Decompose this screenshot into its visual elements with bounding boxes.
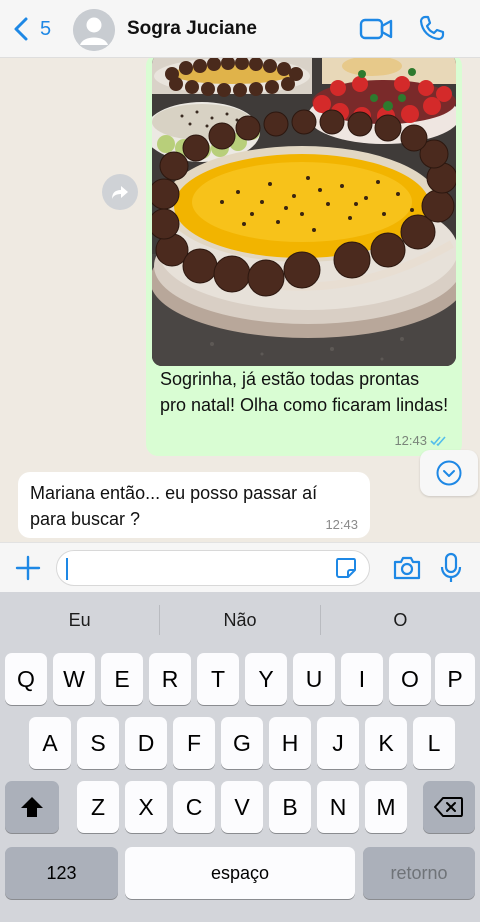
camera-icon[interactable] xyxy=(392,555,422,581)
suggestion-2[interactable]: Não xyxy=(160,592,319,648)
key-j[interactable]: J xyxy=(317,717,359,769)
message-input[interactable] xyxy=(56,550,370,586)
forward-icon xyxy=(112,186,128,199)
backspace-key[interactable] xyxy=(423,781,475,833)
unread-count: 5 xyxy=(40,17,52,40)
shift-key[interactable] xyxy=(5,781,59,833)
suggestion-1[interactable]: Eu xyxy=(0,592,159,648)
key-w[interactable]: W xyxy=(53,653,95,705)
key-i[interactable]: I xyxy=(341,653,383,705)
key-u[interactable]: U xyxy=(293,653,335,705)
chevron-down-icon xyxy=(436,460,462,486)
key-c[interactable]: C xyxy=(173,781,215,833)
incoming-message-text: Mariana então... eu posso passar aí para… xyxy=(30,483,318,529)
key-p[interactable]: P xyxy=(435,653,475,705)
key-y[interactable]: Y xyxy=(245,653,287,705)
key-t[interactable]: T xyxy=(197,653,239,705)
key-z[interactable]: Z xyxy=(77,781,119,833)
key-n[interactable]: N xyxy=(317,781,359,833)
return-key[interactable]: retorno xyxy=(363,847,475,899)
suggestion-bar: Eu Não O xyxy=(0,592,480,648)
key-x[interactable]: X xyxy=(125,781,167,833)
key-l[interactable]: L xyxy=(413,717,455,769)
microphone-icon[interactable] xyxy=(440,552,462,584)
phone-icon[interactable] xyxy=(418,14,446,42)
forward-button[interactable] xyxy=(102,174,138,210)
key-q[interactable]: Q xyxy=(5,653,47,705)
double-check-icon xyxy=(430,435,446,446)
outgoing-message[interactable]: Sogrinha, já estão todas prontas pro nat… xyxy=(146,58,462,456)
key-g[interactable]: G xyxy=(221,717,263,769)
suggestion-3[interactable]: O xyxy=(321,592,480,648)
back-button[interactable]: 5 xyxy=(12,16,51,42)
outgoing-message-text: Sogrinha, já estão todas prontas pro nat… xyxy=(160,369,449,415)
numbers-key[interactable]: 123 xyxy=(5,847,118,899)
shift-icon xyxy=(21,797,43,817)
key-s[interactable]: S xyxy=(77,717,119,769)
dessert-photo[interactable] xyxy=(152,58,456,366)
key-h[interactable]: H xyxy=(269,717,311,769)
key-m[interactable]: M xyxy=(365,781,407,833)
sticker-icon[interactable] xyxy=(334,556,358,580)
key-a[interactable]: A xyxy=(29,717,71,769)
backspace-icon xyxy=(434,797,463,817)
key-d[interactable]: D xyxy=(125,717,167,769)
contact-name[interactable]: Sogra Juciane xyxy=(127,18,257,40)
key-f[interactable]: F xyxy=(173,717,215,769)
key-b[interactable]: B xyxy=(269,781,311,833)
outgoing-message-time: 12:43 xyxy=(394,433,427,448)
plus-icon[interactable] xyxy=(14,554,42,582)
chat-header: 5 Sogra Juciane xyxy=(0,0,480,58)
text-cursor xyxy=(66,558,68,580)
outgoing-message-meta: 12:43 xyxy=(394,433,448,448)
key-v[interactable]: V xyxy=(221,781,263,833)
avatar-icon xyxy=(73,9,115,51)
keyboard: Eu Não O Q W E R T Y U I O P A S D F G H… xyxy=(0,592,480,922)
dessert-photo-image xyxy=(152,58,456,366)
space-key[interactable]: espaço xyxy=(125,847,355,899)
composer-bar xyxy=(0,542,480,592)
key-k[interactable]: K xyxy=(365,717,407,769)
video-camera-icon[interactable] xyxy=(359,16,393,42)
scroll-to-bottom-button[interactable] xyxy=(420,450,478,496)
key-e[interactable]: E xyxy=(101,653,143,705)
incoming-message-time: 12:43 xyxy=(325,517,358,532)
chevron-left-icon xyxy=(14,17,28,41)
key-r[interactable]: R xyxy=(149,653,191,705)
avatar[interactable] xyxy=(73,9,115,51)
incoming-message[interactable]: Mariana então... eu posso passar aí para… xyxy=(18,472,370,538)
chat-area[interactable]: Sogrinha, já estão todas prontas pro nat… xyxy=(0,58,480,542)
key-o[interactable]: O xyxy=(389,653,431,705)
